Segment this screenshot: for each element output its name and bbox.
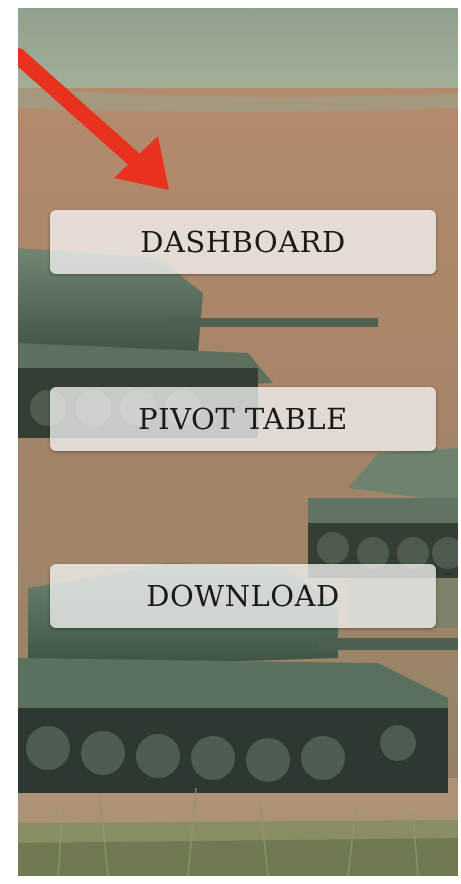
red-arrow-icon	[18, 48, 169, 190]
pivot-table-button-label: PIVOT TABLE	[138, 402, 348, 436]
download-button-label: DOWNLOAD	[146, 579, 340, 613]
dashboard-button[interactable]: DASHBOARD	[50, 210, 436, 274]
menu-panel: DASHBOARD PIVOT TABLE DOWNLOAD	[18, 8, 458, 876]
dashboard-button-label: DASHBOARD	[140, 225, 346, 259]
download-button[interactable]: DOWNLOAD	[50, 564, 436, 628]
pivot-table-button[interactable]: PIVOT TABLE	[50, 387, 436, 451]
